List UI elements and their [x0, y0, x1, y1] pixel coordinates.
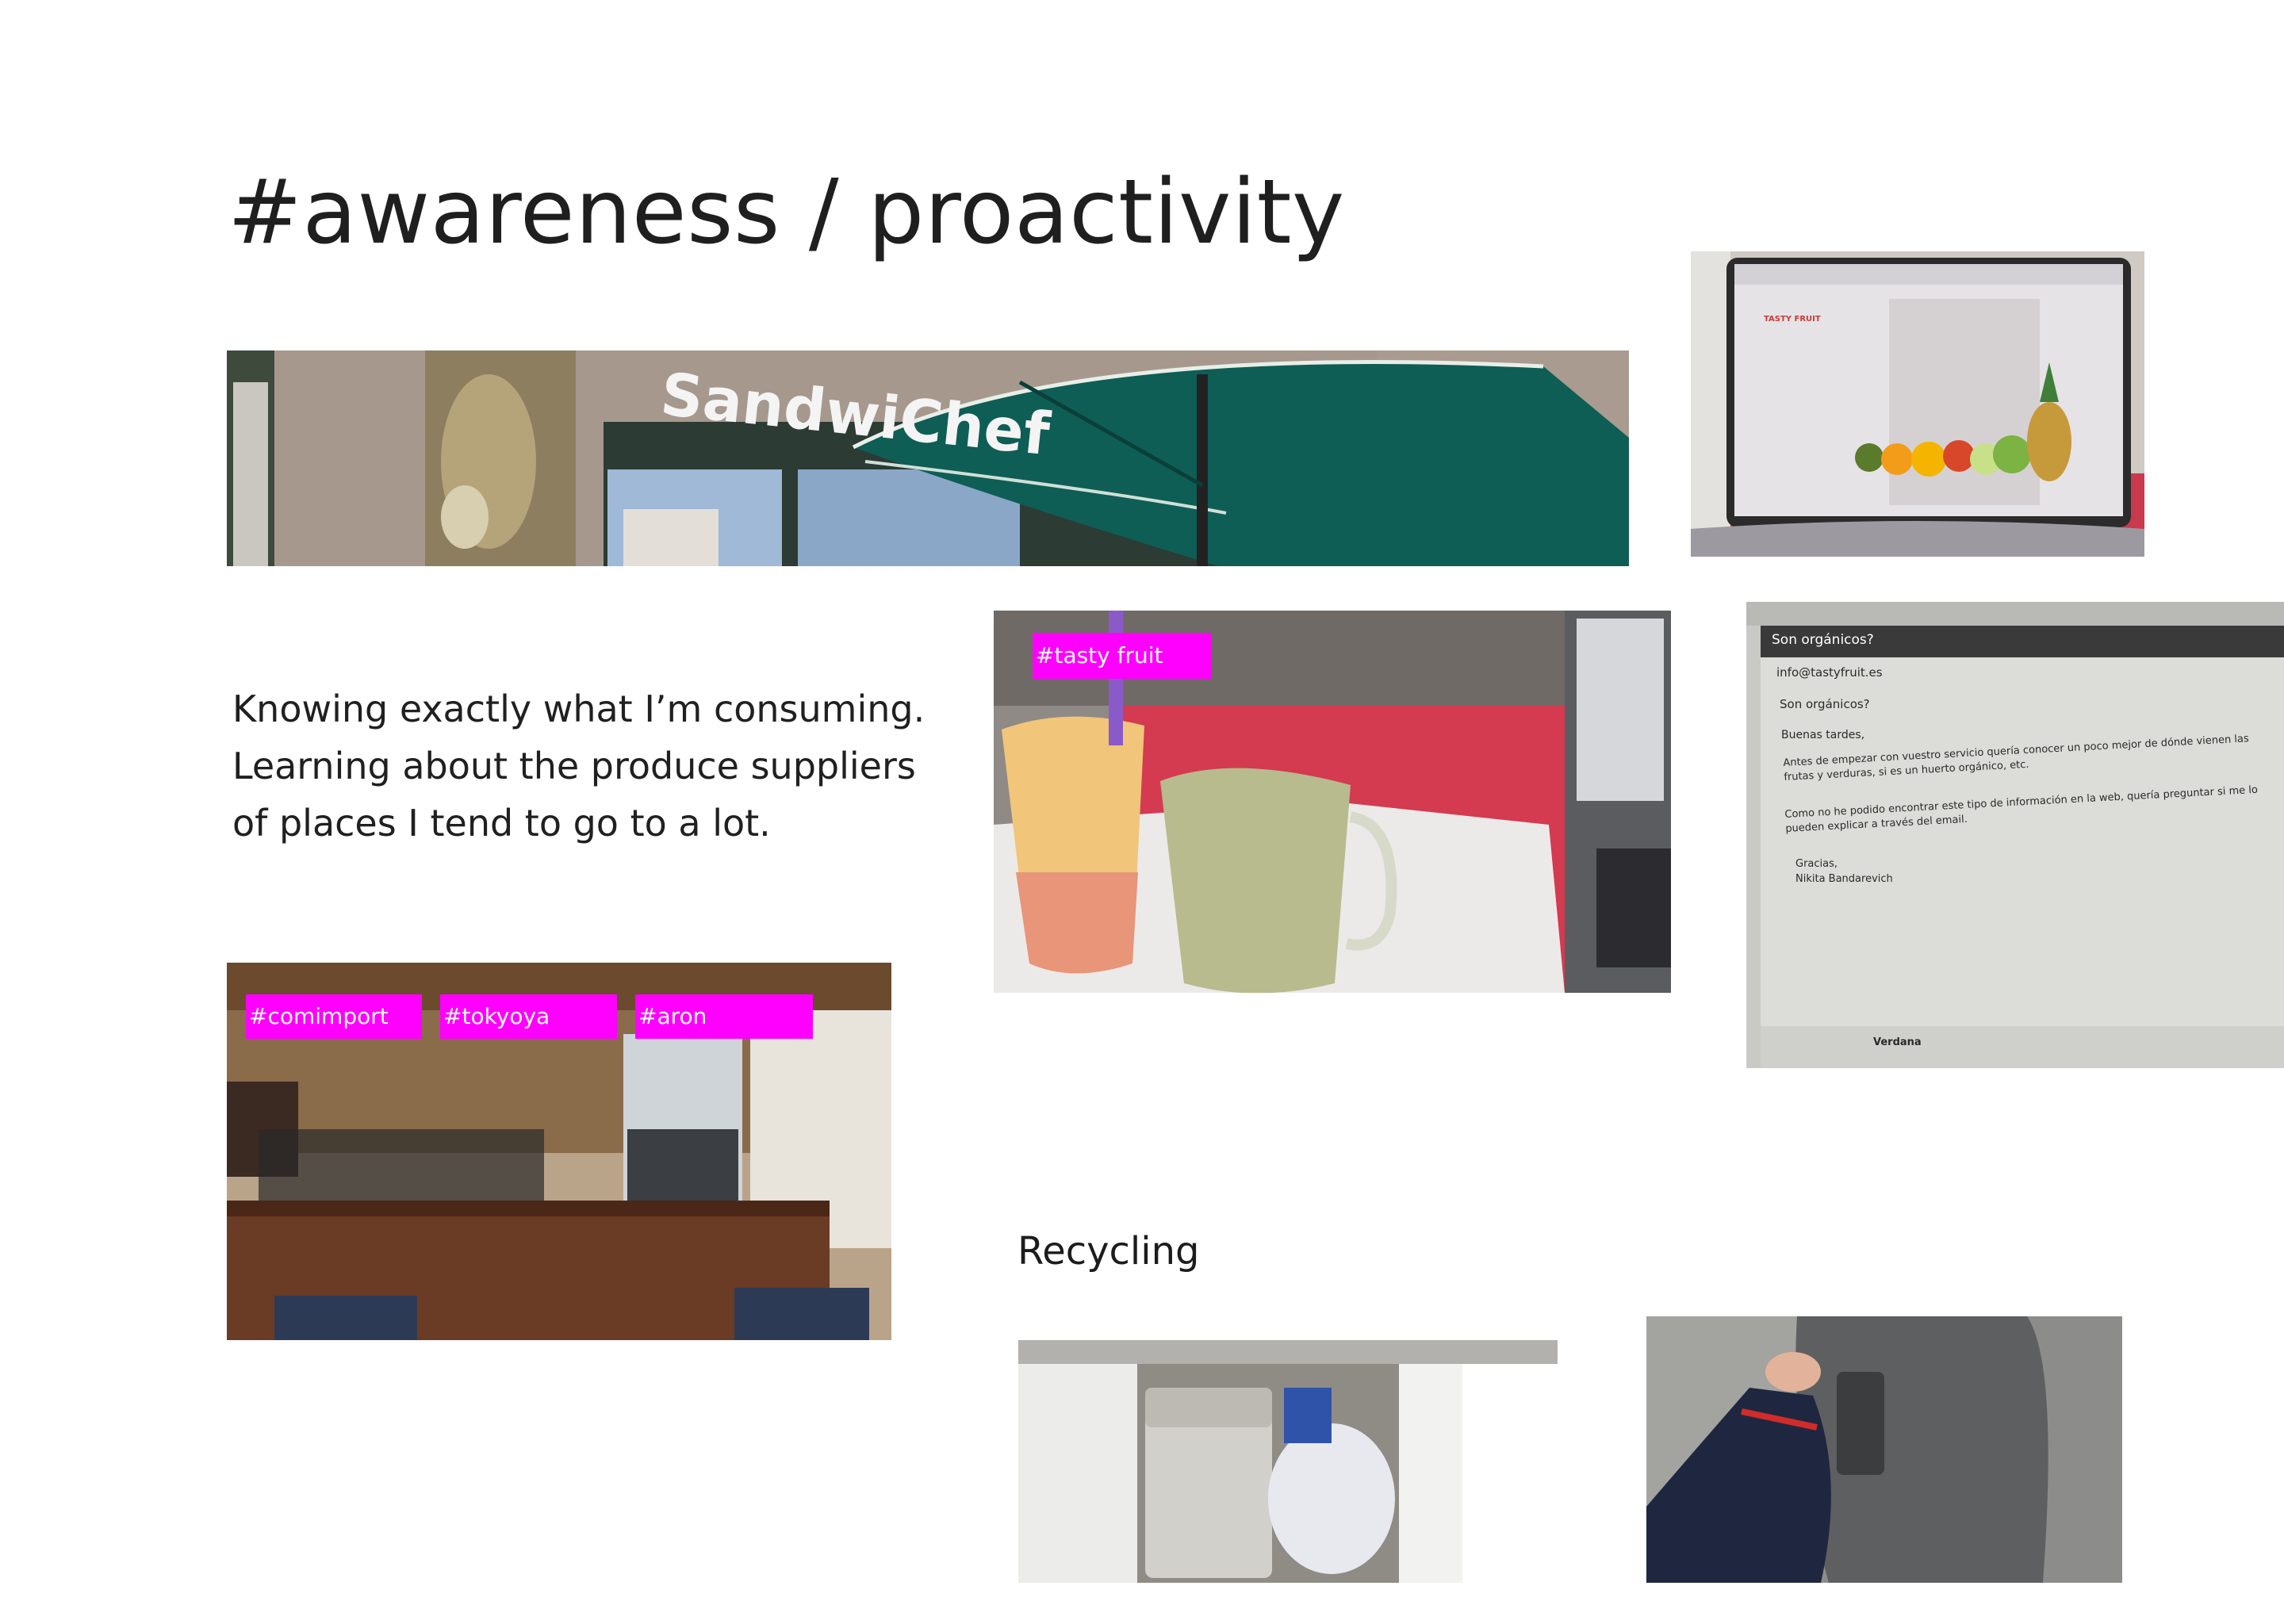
recycling-heading: Recycling: [1017, 1229, 1200, 1274]
recycling-bins-photo: [1018, 1340, 1558, 1583]
laptop-website-photo: TASTY FRUIT: [1691, 251, 2144, 557]
email-closing: Gracias,: [1795, 858, 1838, 870]
page-title: #awareness / proactivity: [228, 161, 1345, 264]
tag-comimport: #comimport: [246, 994, 422, 1039]
cafe-counter-photo: #comimport #tokyoya #aron: [227, 963, 891, 1340]
email-font-select: Verdana: [1873, 1036, 1922, 1048]
email-to-field: info@tastyfruit.es: [1776, 665, 1883, 680]
drinks-photo: #tasty fruit: [994, 611, 1671, 993]
body-paragraph: Knowing exactly what I’m consuming. Lear…: [232, 680, 978, 852]
body-line: of places I tend to go to a lot.: [232, 802, 771, 845]
tag-tokyoya: #tokyoya: [440, 994, 617, 1039]
email-subject-field: Son orgánicos?: [1780, 697, 1870, 711]
email-signature: Nikita Bandarevich: [1795, 873, 1893, 885]
body-line: Knowing exactly what I’m consuming.: [232, 688, 925, 730]
laptop-logo: TASTY FRUIT: [1764, 315, 1821, 324]
email-subject-bar: Son orgánicos?: [1772, 632, 1874, 648]
email-greeting: Buenas tardes,: [1781, 729, 1865, 741]
body-line: Learning about the produce suppliers: [232, 745, 916, 787]
street-bin-photo: [1646, 1316, 2122, 1583]
tag-aron: #aron: [635, 994, 813, 1039]
storefront-photo: SandwiChef: [227, 350, 1629, 566]
email-photo: Son orgánicos? info@tastyfruit.es Son or…: [1746, 602, 2284, 1068]
tag-tasty-fruit: #tasty fruit: [1033, 633, 1212, 679]
